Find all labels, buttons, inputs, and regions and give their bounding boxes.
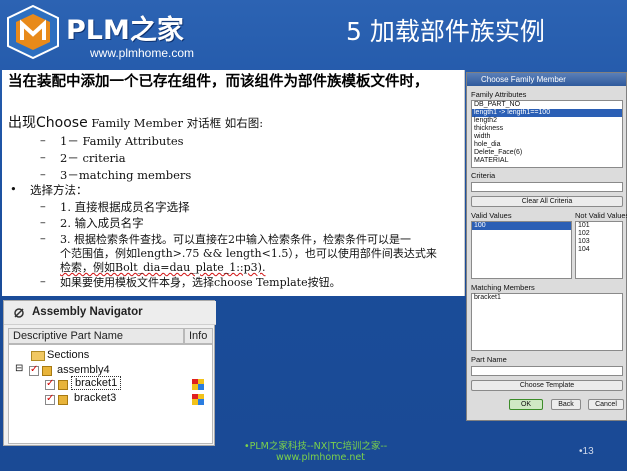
attribute-row[interactable]: MATERIAL [472, 157, 622, 165]
column-header-info[interactable]: Info [184, 328, 213, 344]
attribute-item-1: 1－ Family Attributes [60, 134, 184, 148]
assembly-navigator: Assembly Navigator Descriptive Part Name… [3, 300, 216, 446]
slide-title: 5 加载部件族实例 [346, 17, 545, 46]
assembly-icon [42, 366, 52, 376]
back-button[interactable]: Back [551, 399, 581, 410]
ok-button[interactable]: OK [509, 399, 543, 410]
bullet-dash: – [40, 231, 46, 245]
slide: PLM之家 www.plmhome.com 5 加载部件族实例 当在装配中添加一… [0, 0, 627, 471]
attribute-row[interactable]: thickness [472, 125, 622, 133]
choose-family-member-dialog: Choose Family Member Family Attributes D… [466, 72, 627, 421]
family-attributes-list[interactable]: DB_PART_NO length1 -> length1==100 lengt… [471, 100, 623, 168]
choose-template-button[interactable]: Choose Template [471, 380, 623, 391]
tree-item-assembly4[interactable]: assembly4 [57, 364, 110, 376]
family-info-icon[interactable] [192, 394, 204, 405]
bullet-dash: – [40, 215, 46, 229]
method-1: 1. 直接根据成员名字选择 [60, 200, 190, 214]
attribute-item-3: 3－matching members [60, 168, 192, 182]
matching-members-label: Matching Members [471, 283, 535, 292]
matching-members-list[interactable]: bracket1 [471, 293, 623, 351]
component-icon [58, 380, 68, 390]
part-name-label: Part Name [471, 355, 507, 364]
not-valid-values-list[interactable]: 101 102 103 104 [575, 221, 623, 279]
panel-heading: 当在装配中添加一个已存在组件，而该组件为部件族模板文件时， [8, 74, 429, 90]
bullet-dash: – [40, 133, 46, 147]
column-header-name[interactable]: Descriptive Part Name [8, 328, 184, 344]
method-2: 2. 输入成员名字 [60, 216, 144, 230]
bullet-dash: – [40, 274, 46, 288]
cancel-button[interactable]: Cancel [588, 399, 624, 410]
logo-text: PLM之家 [66, 15, 184, 46]
valid-value-row[interactable]: 100 [472, 222, 571, 230]
valid-values-label: Valid Values [471, 211, 512, 220]
family-attributes-label: Family Attributes [471, 90, 527, 99]
logo-url: www.plmhome.com [90, 46, 195, 60]
tree-item-bracket1[interactable]: bracket1 [71, 376, 122, 390]
not-valid-value-row[interactable]: 104 [576, 246, 622, 254]
footer-company: •PLM之家科技--NX|TC培训之家-- [244, 441, 388, 452]
bullet-dash: – [40, 150, 46, 164]
criteria-label: Criteria [471, 171, 496, 180]
attribute-row-selected[interactable]: length1 -> length1==100 [472, 109, 622, 117]
folder-icon [31, 351, 45, 361]
navigator-title: Assembly Navigator [32, 306, 143, 318]
not-valid-values-label: Not Valid Values [575, 211, 627, 220]
not-valid-value-row[interactable]: 102 [576, 230, 622, 238]
criteria-input[interactable] [471, 182, 623, 192]
valid-values-list[interactable]: 100 [471, 221, 572, 279]
attribute-row[interactable]: DB_PART_NO [472, 101, 622, 109]
bullet-dash: – [40, 199, 46, 213]
intro-line: 出现Choose Family Member 对话框 如右图: [8, 112, 263, 132]
navigator-icon [14, 308, 24, 318]
method-3-line-3: 检索，例如Bolt_dia=dau_plate_1::p3). [60, 261, 266, 274]
attribute-row[interactable]: Delete_Face(6) [472, 149, 622, 157]
intro-prefix: 出现Choose [8, 115, 88, 131]
attribute-row[interactable]: length2 [472, 117, 622, 125]
page-number: •13 [579, 446, 594, 457]
checkbox-bracket1[interactable] [45, 378, 55, 390]
navigator-titlebar: Assembly Navigator [4, 301, 216, 325]
component-icon [58, 395, 68, 405]
instruction-panel: 当在装配中添加一个已存在组件，而该组件为部件族模板文件时， 出现Choose F… [2, 70, 465, 296]
part-name-input[interactable] [471, 366, 623, 376]
not-valid-value-row[interactable]: 103 [576, 238, 622, 246]
matching-member-row[interactable]: bracket1 [472, 294, 622, 302]
family-info-icon[interactable] [192, 379, 204, 390]
not-valid-value-row[interactable]: 101 [576, 222, 622, 230]
navigator-tree: Sections ⊟ assembly4 bracket1 bracket3 [8, 344, 213, 444]
plm-logo-icon [6, 4, 60, 60]
dialog-titlebar: Choose Family Member [467, 73, 626, 86]
collapse-icon[interactable]: ⊟ [15, 363, 23, 374]
footer-url[interactable]: www.plmhome.net [276, 452, 365, 463]
checkbox-assembly4[interactable] [29, 364, 39, 376]
template-note: 如果要使用模板文件本身，选择choose Template按钮。 [60, 276, 341, 289]
attribute-row[interactable]: hole_dia [472, 141, 622, 149]
tree-item-sections[interactable]: Sections [47, 349, 89, 361]
method-label: 选择方法： [30, 183, 88, 197]
clear-criteria-button[interactable]: Clear All Criteria [471, 196, 623, 207]
checkbox-bracket3[interactable] [45, 393, 55, 405]
attribute-item-2: 2－ criteria [60, 151, 126, 165]
attribute-row[interactable]: width [472, 133, 622, 141]
intro-rest: Family Member 对话框 如右图: [87, 116, 264, 130]
tree-item-bracket3[interactable]: bracket3 [74, 392, 116, 404]
bullet-dot: • [10, 182, 17, 196]
bullet-dash: – [40, 167, 46, 181]
